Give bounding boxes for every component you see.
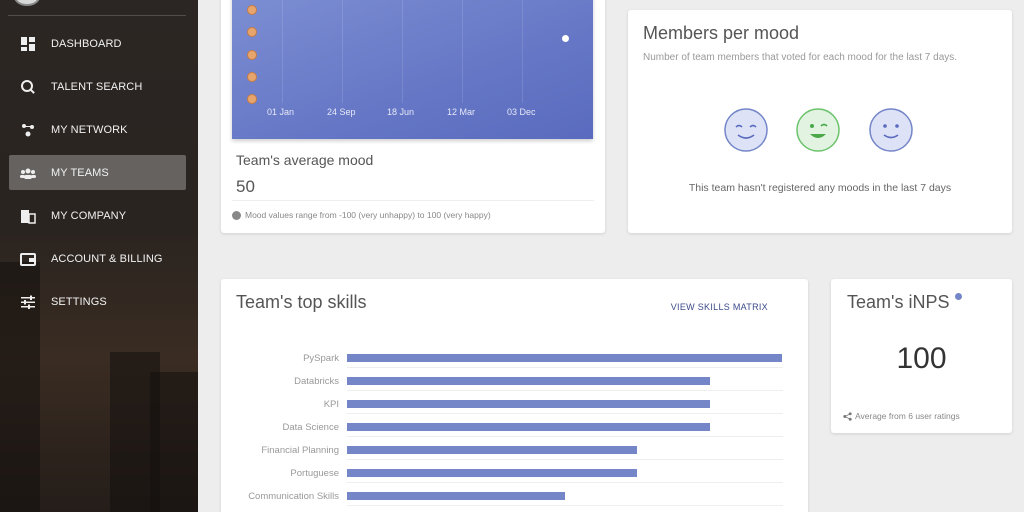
skill-bar[interactable]: [347, 492, 565, 500]
share-icon: [843, 411, 852, 421]
x-tick-label: 03 Dec: [507, 107, 536, 117]
row-divider: [347, 413, 783, 414]
happy-face-icon[interactable]: [724, 108, 768, 152]
x-tick-label: 01 Jan: [267, 107, 295, 117]
top-skills-title: Team's top skills: [236, 292, 367, 312]
skill-bar[interactable]: [347, 469, 637, 477]
inps-footer-text: Average from 6 user ratings: [855, 411, 960, 421]
settings-sliders-icon: [19, 293, 37, 311]
sidebar-item-my-network[interactable]: MY NETWORK: [9, 112, 186, 147]
skill-bar[interactable]: [347, 446, 637, 454]
skill-row: Portuguese: [221, 464, 808, 486]
skill-label: Data Science: [282, 422, 339, 433]
skill-label: KPI: [323, 399, 339, 410]
skill-bar[interactable]: [347, 400, 710, 408]
mood-emoji-icon: [247, 50, 257, 60]
skill-label: Portuguese: [290, 468, 339, 479]
skill-bar[interactable]: [347, 377, 710, 385]
view-skills-matrix-link[interactable]: VIEW SKILLS MATRIX: [671, 302, 768, 312]
row-divider: [347, 436, 783, 437]
row-divider: [347, 459, 783, 460]
talent-search-icon: [19, 78, 37, 96]
x-tick-label: 18 Jun: [387, 107, 415, 117]
skill-bar[interactable]: [347, 423, 710, 431]
skill-row: Databricks: [221, 372, 808, 394]
mood-note-text: Mood values range from -100 (very unhapp…: [245, 210, 491, 220]
winking-face-icon[interactable]: [796, 108, 840, 152]
mood-emoji-icon: [247, 27, 257, 37]
top-skills-card: Team's top skills VIEW SKILLS MATRIX PyS…: [221, 279, 808, 512]
wallet-icon: [19, 250, 37, 268]
sidebar-item-label: ACCOUNT & BILLING: [51, 252, 163, 265]
sidebar-item-account-billing[interactable]: ACCOUNT & BILLING: [9, 241, 186, 276]
inps-title: Team's iNPS: [847, 292, 950, 312]
no-moods-message: This team hasn't registered any moods in…: [688, 182, 952, 194]
mood-emoji-icon: [247, 5, 257, 15]
members-per-mood-title: Members per mood: [643, 23, 800, 43]
skill-label: Financial Planning: [261, 445, 339, 456]
mood-emoji-icon: [247, 94, 257, 104]
average-mood-card: 01 Jan 24 Sep 18 Jun 12 Mar 03 Dec Team'…: [221, 0, 605, 233]
teams-icon: [19, 164, 37, 182]
row-divider: [347, 482, 783, 483]
mood-chart: 01 Jan 24 Sep 18 Jun 12 Mar 03 Dec: [232, 0, 593, 139]
skill-row: Data Science: [221, 418, 808, 440]
sidebar-divider: [8, 15, 186, 16]
x-tick-label: 24 Sep: [327, 107, 356, 117]
sidebar-item-dashboard[interactable]: DASHBOARD: [9, 26, 186, 61]
average-mood-title: Team's average mood: [236, 152, 374, 168]
info-icon[interactable]: [955, 293, 962, 300]
grid-line: [402, 0, 403, 103]
skill-row: Communication Skills: [221, 487, 808, 509]
mood-range-note: Mood values range from -100 (very unhapp…: [232, 210, 491, 220]
skill-label: PySpark: [303, 353, 339, 364]
sidebar-item-label: DASHBOARD: [51, 37, 122, 50]
sidebar-item-my-teams[interactable]: MY TEAMS: [9, 155, 186, 190]
grid-line: [342, 0, 343, 103]
divider: [232, 200, 594, 201]
sidebar-item-label: SETTINGS: [51, 295, 107, 308]
inps-card: Team's iNPS 100 Average from 6 user rati…: [831, 279, 1012, 433]
skill-label: Databricks: [294, 376, 339, 387]
inps-footer: Average from 6 user ratings: [843, 411, 960, 421]
skill-row: PySpark: [221, 349, 808, 371]
sidebar-item-label: MY COMPANY: [51, 209, 127, 222]
row-divider: [347, 390, 783, 391]
mood-emoji-icon: [247, 72, 257, 82]
members-per-mood-subtitle: Number of team members that voted for ea…: [643, 52, 958, 63]
data-point[interactable]: [562, 35, 569, 42]
average-mood-value: 50: [236, 177, 255, 196]
members-per-mood-card: Members per mood Number of team members …: [628, 10, 1012, 233]
skill-row: KPI: [221, 395, 808, 417]
sidebar-item-my-company[interactable]: MY COMPANY: [9, 198, 186, 233]
row-divider: [347, 505, 783, 506]
skill-label: Communication Skills: [248, 491, 339, 502]
grid-line: [462, 0, 463, 103]
x-tick-label: 12 Mar: [447, 107, 476, 117]
network-icon: [19, 121, 37, 139]
sidebar: DASHBOARD TALENT SEARCH MY NETWORK MY TE…: [0, 0, 198, 512]
grid-line: [282, 0, 283, 103]
company-icon: [19, 207, 37, 225]
inps-value: 100: [896, 342, 947, 375]
row-divider: [347, 367, 783, 368]
sidebar-item-label: TALENT SEARCH: [51, 80, 143, 93]
smiling-face-icon[interactable]: [869, 108, 913, 152]
grid-line: [522, 0, 523, 103]
sidebar-item-settings[interactable]: SETTINGS: [9, 284, 186, 319]
skill-row: Financial Planning: [221, 441, 808, 463]
avatar[interactable]: [14, 0, 40, 6]
skill-bar[interactable]: [347, 354, 782, 362]
sidebar-item-label: MY NETWORK: [51, 123, 128, 136]
sidebar-item-talent-search[interactable]: TALENT SEARCH: [9, 69, 186, 104]
dashboard-icon: [19, 35, 37, 53]
sidebar-item-label: MY TEAMS: [51, 166, 109, 179]
info-icon: [232, 210, 241, 220]
